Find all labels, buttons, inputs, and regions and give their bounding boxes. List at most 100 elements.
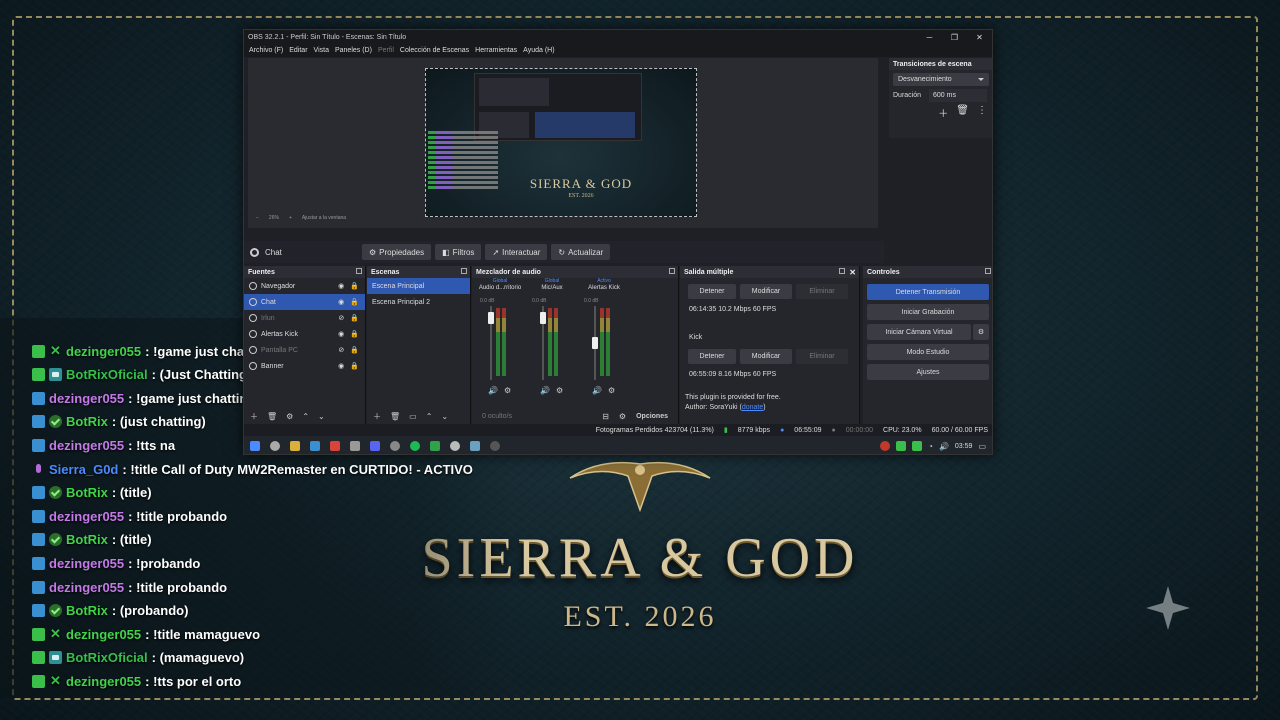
- volume-slider-knob[interactable]: [488, 312, 494, 325]
- lock-icon[interactable]: 🔒: [350, 330, 359, 338]
- preview-canvas[interactable]: SIERRA & GOD EST. 2026: [425, 68, 697, 217]
- move-up-icon[interactable]: ⌃: [302, 412, 309, 421]
- virtual-camera-button[interactable]: Iniciar Cámara Virtual: [867, 324, 971, 340]
- properties-button[interactable]: ⚙ Propiedades: [362, 244, 432, 260]
- app-icon[interactable]: [450, 441, 460, 451]
- move-up-icon[interactable]: ⌃: [426, 412, 433, 421]
- source-item[interactable]: Alertas Kick ◉ 🔒: [244, 326, 365, 342]
- volume-icon[interactable]: 🔊: [939, 442, 949, 451]
- app-icon[interactable]: [390, 441, 400, 451]
- maximize-icon[interactable]: ❐: [942, 33, 967, 42]
- speaker-icon[interactable]: 🔊: [540, 386, 550, 395]
- channel-name[interactable]: Mic/Aux: [528, 285, 576, 294]
- obs-icon[interactable]: [490, 441, 500, 451]
- add-icon[interactable]: ＋: [938, 105, 948, 120]
- close-icon[interactable]: ✕: [967, 33, 992, 42]
- channel-settings-icon[interactable]: ⚙: [504, 386, 511, 395]
- tray-icon[interactable]: [896, 441, 907, 451]
- undock-icon[interactable]: [985, 268, 991, 274]
- visibility-eye-icon[interactable]: ⊘: [338, 346, 344, 354]
- donate-link[interactable]: donate: [742, 404, 763, 411]
- tray-icon[interactable]: [880, 441, 891, 451]
- menu-tools[interactable]: Herramientas: [475, 47, 517, 54]
- trash-icon[interactable]: 🗑: [956, 105, 969, 120]
- settings-button[interactable]: Ajustes: [867, 364, 989, 380]
- source-item[interactable]: Irlun ⊘ 🔒: [244, 310, 365, 326]
- studio-mode-button[interactable]: Modo Estudio: [867, 344, 989, 360]
- lock-icon[interactable]: 🔒: [350, 362, 359, 370]
- app-icon[interactable]: [430, 441, 440, 451]
- search-icon[interactable]: [270, 441, 280, 451]
- menu-help[interactable]: Ayuda (H): [523, 47, 554, 54]
- stop-stream-button[interactable]: Detener Transmisión: [867, 284, 989, 300]
- modify-target2-button[interactable]: Modificar: [740, 349, 792, 364]
- menu-file[interactable]: Archivo (F): [249, 47, 283, 54]
- app-icon[interactable]: [470, 441, 480, 451]
- clock[interactable]: 03:59: [955, 443, 973, 450]
- notifications-icon[interactable]: ▭: [978, 442, 986, 451]
- mixer-options-button[interactable]: Opciones: [636, 413, 668, 420]
- lock-icon[interactable]: 🔒: [350, 346, 359, 354]
- channel-settings-icon[interactable]: ⚙: [608, 386, 615, 395]
- scene-filter-icon[interactable]: ▭: [409, 412, 417, 421]
- filters-button[interactable]: ◧ Filtros: [435, 244, 482, 260]
- undock-icon[interactable]: [356, 268, 362, 274]
- menu-edit[interactable]: Editar: [289, 47, 307, 54]
- minimize-icon[interactable]: ─: [917, 33, 942, 42]
- menu-docks[interactable]: Paneles (D): [335, 47, 372, 54]
- stop-target1-button[interactable]: Detener: [688, 284, 736, 299]
- source-item[interactable]: Chat ◉ 🔒: [244, 294, 365, 310]
- fit-dropdown[interactable]: Ajustar a la ventana: [302, 215, 346, 225]
- wifi-icon[interactable]: ◔: [928, 442, 933, 451]
- scene-item[interactable]: Escena Principal 2: [367, 294, 470, 310]
- source-item[interactable]: Pantalla PC ⊘ 🔒: [244, 342, 365, 358]
- lock-icon[interactable]: 🔒: [350, 282, 359, 290]
- speaker-icon[interactable]: 🔊: [592, 386, 602, 395]
- virtual-camera-settings-icon[interactable]: ⚙: [973, 324, 989, 340]
- move-down-icon[interactable]: ⌄: [441, 412, 448, 421]
- add-source-icon[interactable]: ＋: [250, 411, 258, 422]
- more-icon[interactable]: ⋮: [977, 105, 987, 120]
- source-props-icon[interactable]: ⚙: [286, 412, 293, 421]
- channel-name[interactable]: Audio d...rritorio: [476, 285, 524, 294]
- menu-scene-collection[interactable]: Colección de Escenas: [400, 47, 469, 54]
- add-scene-icon[interactable]: ＋: [373, 411, 381, 422]
- interact-button[interactable]: ➚ Interactuar: [485, 244, 548, 260]
- modify-target1-button[interactable]: Modificar: [740, 284, 792, 299]
- menu-view[interactable]: Vista: [314, 47, 329, 54]
- lock-icon[interactable]: 🔒: [350, 314, 359, 322]
- transition-select[interactable]: Desvanecimiento: [893, 73, 989, 86]
- visibility-eye-icon[interactable]: ⊘: [338, 314, 344, 322]
- visibility-eye-icon[interactable]: ◉: [338, 330, 344, 338]
- mixer-settings-icon[interactable]: ⚙: [619, 412, 626, 421]
- mixer-layout-icon[interactable]: ⊟: [602, 412, 609, 421]
- remove-target1-button[interactable]: Eliminar: [796, 284, 848, 299]
- remove-scene-icon[interactable]: 🗑: [390, 412, 400, 421]
- remove-source-icon[interactable]: 🗑: [267, 412, 277, 421]
- store-icon[interactable]: [310, 441, 320, 451]
- volume-slider-knob[interactable]: [592, 337, 598, 349]
- folder-icon[interactable]: [290, 441, 300, 451]
- menu-profile[interactable]: Perfil: [378, 47, 394, 54]
- app-icon[interactable]: [330, 441, 340, 451]
- discord-icon[interactable]: [370, 441, 380, 451]
- preview-area[interactable]: SIERRA & GOD EST. 2026 − 26% + Ajustar a…: [248, 58, 878, 228]
- undock-icon[interactable]: [461, 268, 467, 274]
- refresh-button[interactable]: ↻ Actualizar: [551, 244, 611, 260]
- tray-icon[interactable]: [912, 441, 923, 451]
- windows-start-icon[interactable]: [250, 441, 260, 451]
- remove-target2-button[interactable]: Eliminar: [796, 349, 848, 364]
- undock-icon[interactable]: [669, 268, 675, 274]
- channel-name[interactable]: Alertas Kick: [580, 285, 628, 294]
- volume-slider-knob[interactable]: [540, 312, 546, 325]
- duration-input[interactable]: 600 ms: [929, 89, 988, 102]
- visibility-eye-icon[interactable]: ◉: [338, 282, 344, 290]
- lock-icon[interactable]: 🔒: [350, 298, 359, 306]
- zoom-out-icon[interactable]: −: [256, 215, 259, 225]
- undock-icon[interactable]: [839, 268, 845, 274]
- visibility-eye-icon[interactable]: ◉: [338, 298, 344, 306]
- visibility-eye-icon[interactable]: ◉: [338, 362, 344, 370]
- close-dock-icon[interactable]: ✕: [849, 268, 856, 277]
- stop-target2-button[interactable]: Detener: [688, 349, 736, 364]
- start-recording-button[interactable]: Iniciar Grabación: [867, 304, 989, 320]
